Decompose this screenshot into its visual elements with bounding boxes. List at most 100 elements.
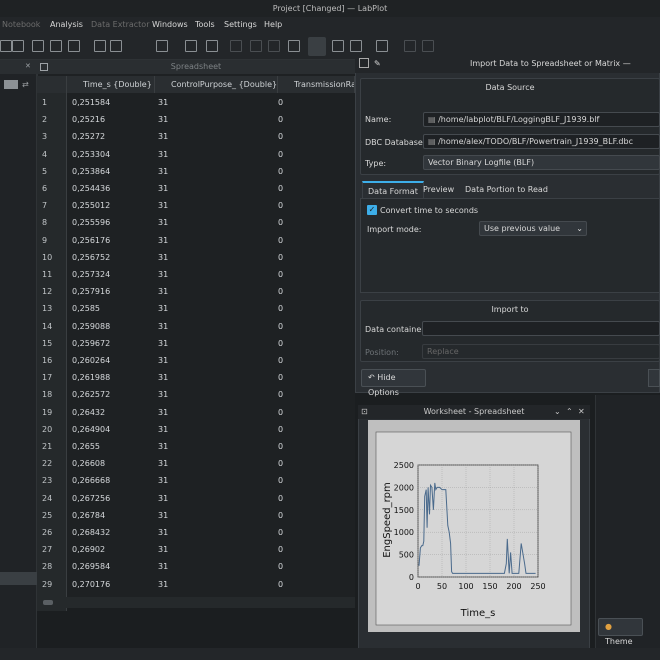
table-cell[interactable]: 0,26608 — [72, 454, 105, 473]
row-number[interactable]: 22 — [37, 454, 67, 474]
row-number[interactable]: 15 — [37, 333, 67, 353]
tab-data-portion[interactable]: Data Portion to Read — [460, 181, 553, 198]
row-number[interactable]: 12 — [37, 282, 67, 302]
table-cell[interactable]: 0,253304 — [72, 145, 110, 164]
table-cell[interactable]: 0,26784 — [72, 506, 105, 525]
table-cell[interactable]: 31 — [158, 351, 168, 370]
table-cell[interactable]: 0,261988 — [72, 368, 110, 387]
table-row[interactable]: 25 0,26784 31 0 — [37, 505, 355, 525]
table-cell[interactable]: 31 — [158, 523, 168, 542]
zoom-in-icon[interactable] — [376, 40, 388, 52]
table-cell[interactable]: 31 — [158, 282, 168, 301]
table-cell[interactable]: 0 — [278, 557, 283, 576]
table-cell[interactable]: 0,260264 — [72, 351, 110, 370]
table-cell[interactable]: 0 — [278, 368, 283, 387]
layout-grid-icon[interactable] — [268, 40, 280, 52]
table-cell[interactable]: 0 — [278, 506, 283, 525]
table-cell[interactable]: 0,254436 — [72, 179, 110, 198]
table-cell[interactable]: 0,255012 — [72, 196, 110, 215]
table-cell[interactable]: 0 — [278, 145, 283, 164]
table-cell[interactable]: 0,264904 — [72, 420, 110, 439]
table-cell[interactable]: 0,268432 — [72, 523, 110, 542]
row-number[interactable]: 21 — [37, 437, 67, 456]
table-cell[interactable]: 31 — [158, 437, 168, 456]
table-cell[interactable]: 31 — [158, 110, 168, 129]
selected-tree-item[interactable] — [0, 572, 37, 585]
data-reader-icon[interactable] — [404, 40, 416, 52]
table-row[interactable]: 26 0,268432 31 0 — [37, 523, 355, 542]
table-row[interactable]: 11 0,257324 31 0 — [37, 265, 355, 284]
table-cell[interactable]: 0 — [278, 231, 283, 250]
table-cell[interactable]: 0 — [278, 403, 283, 422]
table-row[interactable]: 17 0,261988 31 0 — [37, 368, 355, 388]
row-number[interactable]: 4 — [37, 144, 67, 164]
table-row[interactable]: 13 0,2585 31 0 — [37, 299, 355, 319]
menu-notebook[interactable]: Notebook — [2, 20, 40, 29]
table-cell[interactable]: 0,259672 — [72, 334, 110, 353]
row-number[interactable]: 28 — [37, 557, 67, 577]
hide-options-button[interactable]: ↶ Hide Options — [361, 369, 426, 397]
sort-icon[interactable]: ⇄ — [22, 80, 32, 89]
new-spreadsheet-icon[interactable] — [0, 40, 12, 52]
table-cell[interactable]: 0 — [278, 471, 283, 490]
table-cell[interactable]: 0 — [278, 127, 283, 146]
table-cell[interactable]: 0 — [278, 265, 283, 284]
table-row[interactable]: 22 0,26608 31 0 — [37, 454, 355, 474]
table-cell[interactable]: 0 — [278, 248, 283, 267]
row-number[interactable]: 24 — [37, 488, 67, 508]
table-row[interactable]: 19 0,26432 31 0 — [37, 402, 355, 422]
table-row[interactable]: 21 0,2655 31 0 — [37, 437, 355, 456]
table-cell[interactable]: 0 — [278, 179, 283, 198]
row-number[interactable]: 27 — [37, 540, 67, 560]
table-cell[interactable]: 31 — [158, 317, 168, 336]
table-row[interactable]: 16 0,260264 31 0 — [37, 351, 355, 370]
select-mode-icon[interactable] — [308, 37, 326, 56]
table-cell[interactable]: 0,259088 — [72, 317, 110, 336]
layout-horizontal-icon[interactable] — [250, 40, 262, 52]
table-cell[interactable]: 0 — [278, 385, 283, 404]
ok-button[interactable] — [648, 369, 660, 387]
table-cell[interactable]: 0 — [278, 420, 283, 439]
row-number[interactable]: 26 — [37, 523, 67, 542]
table-cell[interactable]: 31 — [158, 420, 168, 439]
table-cell[interactable]: 0 — [278, 282, 283, 301]
navigation-mode-icon[interactable] — [332, 40, 344, 52]
data-container-field[interactable] — [422, 321, 660, 336]
column-header[interactable]: ControlPurpose_ {Double} [Y] — [155, 76, 278, 93]
table-cell[interactable]: 0,25272 — [72, 127, 105, 146]
table-cell[interactable]: 0 — [278, 334, 283, 353]
table-row[interactable]: 9 0,256176 31 0 — [37, 230, 355, 250]
table-cell[interactable]: 0 — [278, 454, 283, 473]
table-row[interactable]: 2 0,25216 31 0 — [37, 110, 355, 130]
table-cell[interactable]: 31 — [158, 145, 168, 164]
row-number[interactable]: 16 — [37, 351, 67, 370]
menu-analysis[interactable]: Analysis — [50, 20, 83, 29]
table-cell[interactable]: 0,251584 — [72, 93, 110, 112]
table-cell[interactable]: 31 — [158, 454, 168, 473]
row-number[interactable]: 29 — [37, 574, 67, 594]
table-cell[interactable]: 0,26902 — [72, 540, 105, 559]
table-row[interactable]: 6 0,254436 31 0 — [37, 179, 355, 198]
new-datapicker-icon[interactable] — [50, 40, 62, 52]
row-number[interactable]: 6 — [37, 179, 67, 198]
table-row[interactable]: 10 0,256752 31 0 — [37, 247, 355, 267]
close-icon[interactable]: ✕ — [578, 405, 585, 419]
table-cell[interactable]: 0 — [278, 575, 283, 594]
table-cell[interactable]: 31 — [158, 471, 168, 490]
chevron-down-icon[interactable]: ⌄ — [554, 405, 561, 419]
row-number[interactable]: 18 — [37, 385, 67, 405]
table-row[interactable]: 20 0,264904 31 0 — [37, 419, 355, 439]
pin-icon[interactable]: ✎ — [374, 55, 381, 73]
table-cell[interactable]: 31 — [158, 575, 168, 594]
new-worksheet-icon[interactable] — [156, 40, 168, 52]
break-layout-icon[interactable] — [288, 40, 300, 52]
convert-time-checkbox[interactable]: ✓ — [367, 205, 377, 215]
table-cell[interactable]: 0 — [278, 489, 283, 508]
table-row[interactable]: 28 0,269584 31 0 — [37, 557, 355, 577]
table-cell[interactable]: 31 — [158, 231, 168, 250]
row-number[interactable]: 13 — [37, 299, 67, 319]
new-plot-icon[interactable] — [185, 40, 197, 52]
row-number[interactable]: 1 — [37, 93, 67, 112]
chevron-down-icon[interactable] — [422, 40, 434, 52]
table-cell[interactable]: 0 — [278, 162, 283, 181]
